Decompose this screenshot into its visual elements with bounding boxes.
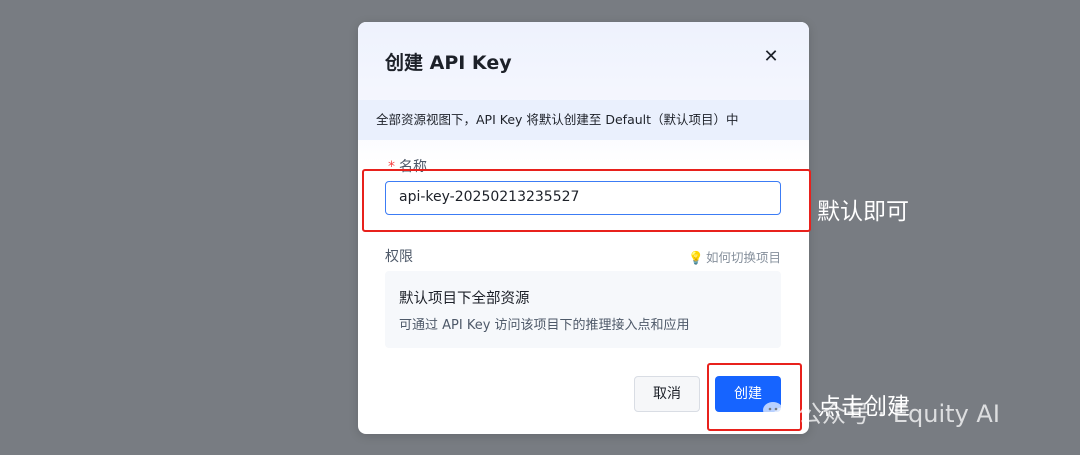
close-icon[interactable]: ✕ <box>762 46 780 68</box>
permissions-label: 权限 <box>385 249 413 265</box>
dialog-header-background <box>358 22 809 162</box>
cancel-button[interactable]: 取消 <box>634 376 700 412</box>
notice-banner: 全部资源视图下，API Key 将默认创建至 Default（默认项目）中 <box>358 100 809 140</box>
dialog-title: 创建 API Key <box>385 52 512 74</box>
switch-project-link[interactable]: 💡 如何切换项目 <box>688 247 781 266</box>
name-field-highlight <box>362 169 811 232</box>
create-hint-annotation: 点击创建 <box>818 394 910 420</box>
lightbulb-icon: 💡 <box>688 250 704 265</box>
switch-project-text: 如何切换项目 <box>705 250 781 265</box>
scope-title: 默认项目下全部资源 <box>399 291 530 307</box>
name-hint-annotation: 默认即可 <box>817 199 909 225</box>
wechat-icon <box>763 402 790 421</box>
scope-description: 可通过 API Key 访问该项目下的推理接入点和应用 <box>399 318 690 333</box>
permission-scope-card: 默认项目下全部资源 可通过 API Key 访问该项目下的推理接入点和应用 <box>385 271 781 348</box>
